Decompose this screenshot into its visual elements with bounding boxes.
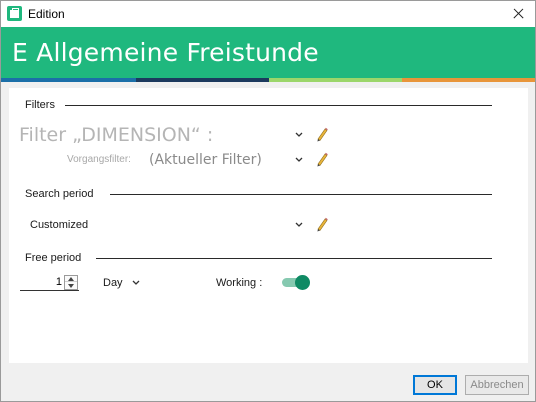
- search-period-select[interactable]: Customized: [30, 219, 88, 231]
- free-period-divider: [96, 258, 492, 259]
- working-label: Working :: [216, 277, 263, 289]
- period-unit-value: Day: [103, 277, 123, 289]
- process-filter-label: Vorgangsfilter:: [67, 154, 131, 165]
- window-title: Edition: [28, 7, 65, 21]
- period-unit-select[interactable]: Day: [99, 275, 145, 291]
- pencil-icon[interactable]: [315, 151, 329, 167]
- pencil-icon[interactable]: [315, 216, 329, 232]
- toggle-knob: [295, 275, 310, 290]
- search-period-section-title: Search period: [25, 188, 94, 200]
- accent-stripe-3: [269, 78, 402, 82]
- chevron-down-icon[interactable]: [294, 221, 304, 229]
- title-bar: Edition: [1, 1, 535, 27]
- arrow-down-icon[interactable]: [65, 283, 77, 289]
- ok-button[interactable]: OK: [413, 375, 457, 395]
- chevron-down-icon[interactable]: [131, 279, 141, 287]
- pencil-icon[interactable]: [315, 126, 329, 142]
- chevron-down-icon[interactable]: [294, 156, 304, 164]
- cancel-button[interactable]: Abbrechen: [465, 375, 529, 395]
- filters-divider: [65, 105, 492, 106]
- working-toggle[interactable]: [282, 275, 310, 290]
- accent-stripe-1: [1, 78, 136, 82]
- search-period-divider: [110, 194, 492, 195]
- accent-stripe-4: [402, 78, 535, 82]
- free-period-section-title: Free period: [25, 252, 82, 264]
- stepper-buttons: [64, 275, 78, 290]
- arrow-up-icon[interactable]: [65, 276, 77, 282]
- chevron-down-icon[interactable]: [294, 131, 304, 139]
- period-amount-value[interactable]: 1: [56, 276, 62, 288]
- edition-dialog: Edition E Allgemeine Freistunde Filters …: [0, 0, 536, 402]
- header-title: E Allgemeine Freistunde: [12, 38, 319, 67]
- filters-section-title: Filters: [25, 99, 55, 111]
- app-icon: [7, 6, 22, 21]
- close-icon[interactable]: [501, 1, 535, 27]
- accent-stripe-2: [136, 78, 269, 82]
- process-filter-value[interactable]: (Aktueller Filter): [149, 152, 262, 168]
- period-amount-stepper[interactable]: 1: [20, 275, 79, 291]
- header-banner: E Allgemeine Freistunde: [1, 27, 535, 78]
- dimension-filter-label: Filter „DIMENSION“ :: [19, 124, 214, 146]
